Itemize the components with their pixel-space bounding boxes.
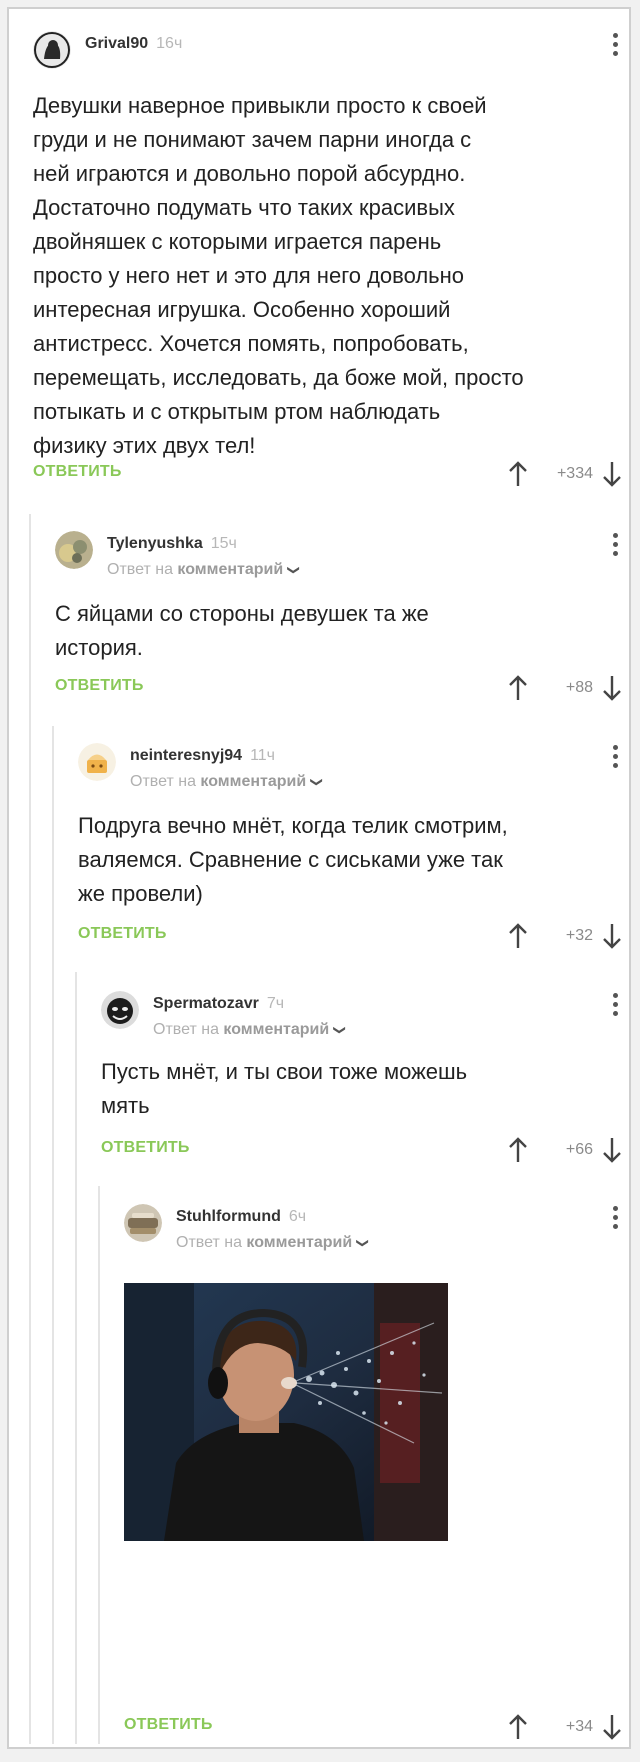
kebab-menu-icon[interactable]	[607, 33, 623, 61]
rating: +66	[565, 1141, 593, 1158]
reply-to[interactable]: Ответ на комментарий ❯	[130, 773, 324, 791]
rating: +334	[556, 465, 593, 482]
chevron-down-icon[interactable]: ❯	[287, 565, 301, 575]
comment-header: neinteresnyj94 11ч Ответ на комментарий ❯	[78, 739, 623, 791]
reply-button[interactable]: ОТВЕТИТЬ	[55, 677, 144, 695]
reply-to[interactable]: Ответ на комментарий ❯	[176, 1234, 370, 1252]
thread-line	[52, 726, 54, 1744]
arrow-down-icon[interactable]	[601, 1135, 623, 1165]
comment-actions: ОТВЕТИТЬ +66	[101, 1135, 623, 1165]
arrow-down-icon[interactable]	[601, 921, 623, 951]
vote-controls: +32	[493, 921, 623, 951]
arrow-up-icon[interactable]	[507, 1712, 529, 1742]
reply-to[interactable]: Ответ на комментарий ❯	[153, 1021, 347, 1039]
reply-button[interactable]: ОТВЕТИТЬ	[78, 925, 167, 943]
username[interactable]: neinteresnyj94 11ч	[130, 747, 275, 765]
comment-actions: ОТВЕТИТЬ +32	[78, 921, 623, 951]
username[interactable]: Stuhlformund 6ч	[176, 1208, 306, 1226]
rating: +34	[565, 1718, 593, 1735]
avatar[interactable]	[124, 1204, 162, 1242]
avatar[interactable]	[55, 531, 93, 569]
timestamp: 6ч	[288, 1208, 307, 1225]
comment-header: Grival90 16ч	[33, 27, 623, 77]
avatar[interactable]	[78, 743, 116, 781]
comment-header: Spermatozavr 7ч Ответ на комментарий ❯	[101, 987, 623, 1039]
chevron-down-icon[interactable]: ❯	[333, 1025, 347, 1035]
comment: neinteresnyj94 11ч Ответ на комментарий ❯ …	[78, 739, 623, 954]
reply-button[interactable]: ОТВЕТИТЬ	[101, 1139, 190, 1157]
thread-line	[75, 972, 77, 1744]
comment-header: Tylenyushka 15ч Ответ на комментарий ❯	[55, 527, 623, 579]
arrow-up-icon[interactable]	[507, 1135, 529, 1165]
kebab-menu-icon[interactable]	[607, 745, 623, 773]
timestamp: 15ч	[210, 535, 237, 552]
comment-text: Подруга вечно мнёт, когда телик смотрим,…	[78, 813, 508, 906]
comment-text: Пусть мнёт, и ты свои тоже можешь мять	[101, 1059, 468, 1118]
chevron-down-icon[interactable]: ❯	[356, 1238, 370, 1248]
arrow-down-icon[interactable]	[601, 459, 623, 489]
comment-text: Девушки наверное привыкли просто к своей…	[33, 93, 524, 458]
avatar[interactable]	[101, 991, 139, 1029]
reply-to[interactable]: Ответ на комментарий ❯	[107, 561, 301, 579]
comment: Grival90 16ч Девушки наверное привыкли пр…	[33, 27, 623, 497]
arrow-down-icon[interactable]	[601, 673, 623, 703]
thread-line	[98, 1186, 100, 1744]
reply-button[interactable]: ОТВЕТИТЬ	[33, 463, 122, 481]
comment-thread: Grival90 16ч Девушки наверное привыкли пр…	[7, 7, 631, 1749]
arrow-up-icon[interactable]	[507, 921, 529, 951]
comment-actions: ОТВЕТИТЬ +88	[55, 673, 623, 703]
comment: Tylenyushka 15ч Ответ на комментарий ❯ С я…	[55, 527, 623, 707]
rating: +88	[565, 679, 593, 696]
timestamp: 11ч	[250, 747, 276, 764]
vote-controls: +66	[493, 1135, 623, 1165]
username[interactable]: Spermatozavr 7ч	[153, 995, 284, 1013]
rating: +32	[565, 927, 593, 944]
comment: Stuhlformund 6ч Ответ на комментарий ❯ О…	[124, 1200, 623, 1745]
vote-controls: +88	[493, 673, 623, 703]
arrow-up-icon[interactable]	[507, 673, 529, 703]
vote-controls: +334	[493, 459, 623, 489]
username[interactable]: Tylenyushka 15ч	[107, 535, 237, 553]
comment-text: С яйцами со стороны девушек та же истори…	[55, 601, 429, 660]
reply-button[interactable]: ОТВЕТИТЬ	[124, 1716, 213, 1734]
thread-line	[29, 514, 31, 1744]
kebab-menu-icon[interactable]	[607, 533, 623, 561]
kebab-menu-icon[interactable]	[607, 1206, 623, 1234]
comment-header: Stuhlformund 6ч Ответ на комментарий ❯	[124, 1200, 623, 1252]
vote-controls: +34	[493, 1712, 623, 1742]
arrow-up-icon[interactable]	[507, 459, 529, 489]
chevron-down-icon[interactable]: ❯	[310, 777, 324, 787]
username[interactable]: Grival90 16ч	[85, 35, 182, 53]
timestamp: 16ч	[156, 35, 183, 52]
comment-actions: ОТВЕТИТЬ +334	[33, 459, 623, 489]
kebab-menu-icon[interactable]	[607, 993, 623, 1021]
comment-actions: ОТВЕТИТЬ +34	[124, 1712, 623, 1742]
avatar[interactable]	[33, 31, 71, 69]
comment-image[interactable]	[124, 1283, 448, 1541]
timestamp: 7ч	[266, 995, 285, 1012]
arrow-down-icon[interactable]	[601, 1712, 623, 1742]
comment: Spermatozavr 7ч Ответ на комментарий ❯ Пус…	[101, 987, 623, 1167]
